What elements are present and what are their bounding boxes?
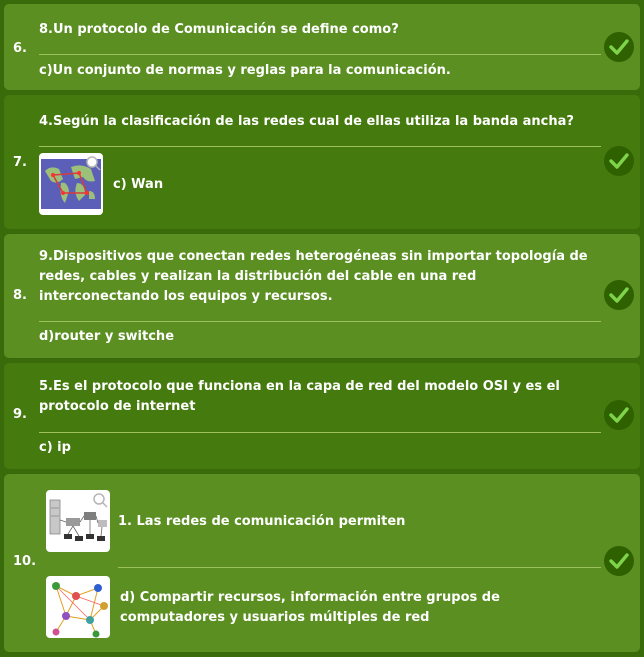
world-map-network-image[interactable]: [39, 153, 103, 215]
answer-text: c)Un conjunto de normas y reglas para la…: [39, 63, 451, 78]
question-number: 6.: [13, 41, 27, 56]
check-icon: [604, 146, 634, 176]
check-icon: [604, 546, 634, 576]
divider: [118, 567, 601, 568]
question-number: 8.: [13, 288, 27, 303]
question-text: 8.Un protocolo de Comunicación se define…: [39, 22, 399, 37]
people-network-image[interactable]: [46, 576, 110, 638]
question-card-10: 10. 1. Las redes de comunicación permite…: [4, 474, 640, 652]
question-card-9: 9. 5.Es el protocolo que funciona en la …: [4, 363, 640, 469]
question-number: 9.: [13, 407, 27, 422]
question-number: 10.: [13, 554, 37, 569]
divider: [39, 54, 601, 55]
question-text: 1. Las redes de comunicación permiten: [118, 514, 406, 529]
question-card-7: 7. 4.Según la clasificación de las redes…: [4, 95, 640, 229]
divider: [39, 432, 601, 433]
check-icon: [604, 280, 634, 310]
network-devices-image[interactable]: [46, 490, 110, 552]
question-text: 9.Dispositivos que conectan redes hetero…: [39, 249, 588, 304]
answer-text: c) Wan: [113, 177, 164, 192]
question-text: 4.Según la clasificación de las redes cu…: [39, 114, 574, 129]
question-card-6: 6. 8.Un protocolo de Comunicación se def…: [4, 4, 640, 90]
question-number: 7.: [13, 155, 27, 170]
zoom-icon[interactable]: [85, 155, 101, 171]
question-text: 5.Es el protocolo que funciona en la cap…: [39, 379, 560, 414]
answer-text: d)router y switche: [39, 329, 175, 344]
divider: [39, 321, 601, 322]
answer-text: c) ip: [39, 440, 71, 455]
check-icon: [604, 32, 634, 62]
check-icon: [604, 400, 634, 430]
zoom-icon[interactable]: [92, 492, 108, 508]
question-card-8: 8. 9.Dispositivos que conectan redes het…: [4, 234, 640, 358]
divider: [39, 146, 601, 147]
answer-text: d) Compartir recursos, información entre…: [120, 590, 500, 625]
